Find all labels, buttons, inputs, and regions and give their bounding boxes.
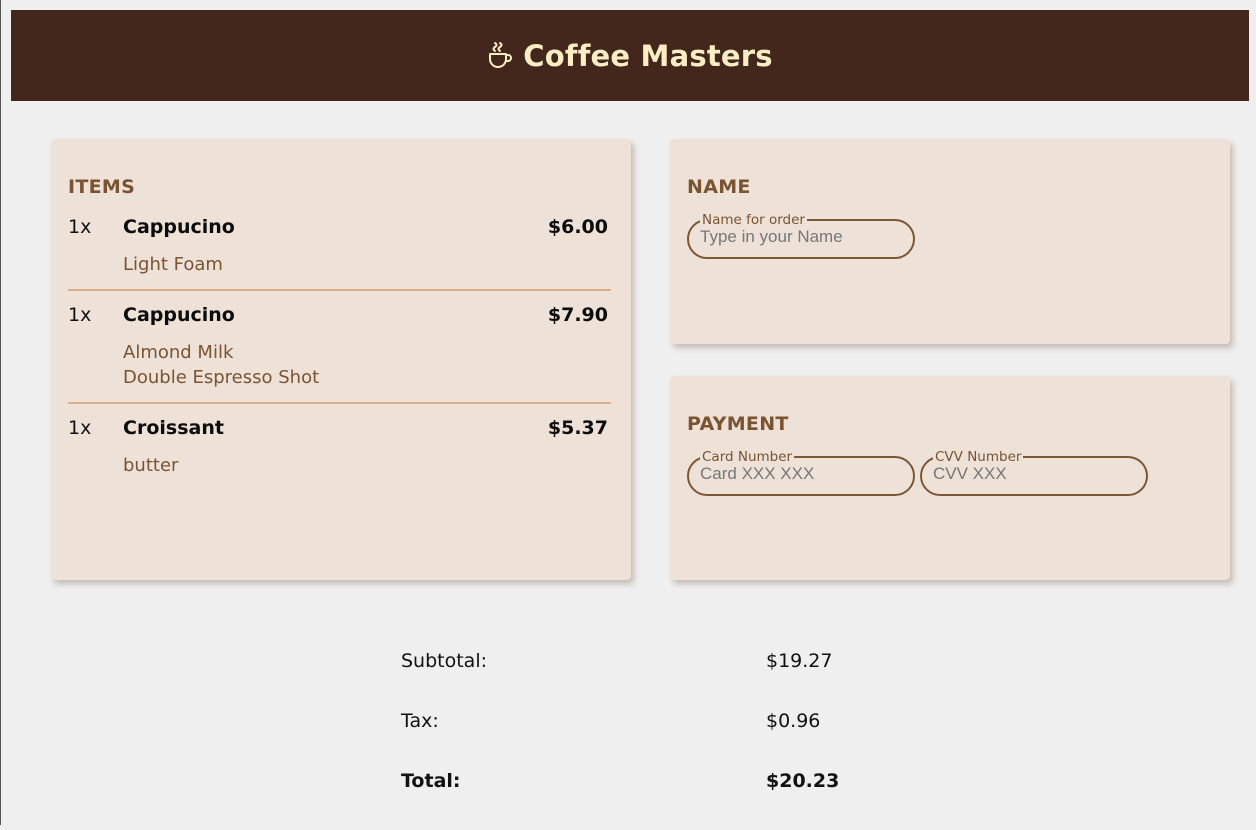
name-field-label: Name for order <box>702 212 805 228</box>
payment-title: PAYMENT <box>687 413 789 435</box>
cvv-fieldset: CVV Number <box>920 450 1148 496</box>
name-card: NAME Name for order <box>670 139 1230 344</box>
item-option: Double Espresso Shot <box>123 367 320 388</box>
cvv-input[interactable] <box>933 464 1133 484</box>
item-option: Almond Milk <box>123 342 234 363</box>
subtotal-value: $19.27 <box>766 650 833 672</box>
order-item: 1x Croissant $5.37 butter <box>68 417 611 490</box>
items-title: ITEMS <box>68 176 136 198</box>
item-price: $6.00 <box>547 216 608 238</box>
total-label: Total: <box>401 770 461 792</box>
item-quantity: 1x <box>68 216 92 238</box>
app-header: Coffee Masters <box>11 10 1249 101</box>
tax-row: Tax: $0.96 <box>401 710 871 770</box>
item-name: Cappucino <box>123 216 235 238</box>
name-title: NAME <box>687 176 751 198</box>
card-number-fieldset: Card Number <box>687 450 915 496</box>
name-input[interactable] <box>700 227 900 247</box>
order-item: 1x Cappucino $6.00 Light Foam <box>68 216 611 291</box>
item-options: Light Foam <box>68 252 611 277</box>
item-quantity: 1x <box>68 417 92 439</box>
item-option: Light Foam <box>123 254 223 275</box>
item-name: Cappucino <box>123 304 235 326</box>
total-value: $20.23 <box>766 770 840 792</box>
order-item: 1x Cappucino $7.90 Almond Milk Double Es… <box>68 304 611 404</box>
order-totals: Subtotal: $19.27 Tax: $0.96 Total: $20.2… <box>401 650 871 830</box>
item-options: butter <box>68 453 611 478</box>
cvv-label: CVV Number <box>935 449 1022 465</box>
item-price: $5.37 <box>547 417 608 439</box>
card-number-label: Card Number <box>702 449 793 465</box>
total-row: Total: $20.23 <box>401 770 871 830</box>
item-price: $7.90 <box>547 304 608 326</box>
card-number-input[interactable] <box>700 464 900 484</box>
tax-value: $0.96 <box>766 710 821 732</box>
subtotal-label: Subtotal: <box>401 650 488 672</box>
tax-label: Tax: <box>401 710 439 732</box>
item-quantity: 1x <box>68 304 92 326</box>
payment-card: PAYMENT Card Number CVV Number <box>670 376 1230 580</box>
item-name: Croissant <box>123 417 224 439</box>
coffee-cup-icon <box>487 41 513 71</box>
name-fieldset: Name for order <box>687 213 915 259</box>
item-options: Almond Milk Double Espresso Shot <box>68 340 611 390</box>
items-card: ITEMS 1x Cappucino $6.00 Light Foam 1x C… <box>51 139 631 580</box>
subtotal-row: Subtotal: $19.27 <box>401 650 871 710</box>
item-option: butter <box>123 455 179 476</box>
brand: Coffee Masters <box>487 38 773 73</box>
app-title: Coffee Masters <box>523 38 773 73</box>
